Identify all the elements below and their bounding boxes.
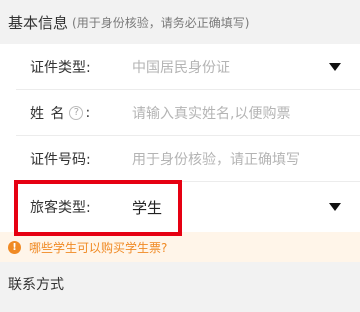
id-number-label: 证件号码: xyxy=(30,149,132,169)
id-type-row[interactable]: 证件类型: 中国居民身份证 xyxy=(0,44,360,90)
name-row[interactable]: 姓 名 ? : 请输入真实姓名,以便购票 xyxy=(0,90,360,136)
id-number-label-text: 证件号码: xyxy=(30,152,91,168)
basic-info-header: 基本信息 (用于身份核验，请务必正确填写) xyxy=(0,0,360,44)
passenger-type-label: 旅客类型: xyxy=(30,197,132,217)
name-label-text: 姓 名 xyxy=(30,106,66,122)
basic-info-title: 基本信息 xyxy=(8,13,69,32)
triangle-down-icon[interactable] xyxy=(328,202,342,212)
id-number-row[interactable]: 证件号码: 用于身份核验，请正确填写 xyxy=(0,136,360,182)
contact-header: 联系方式 xyxy=(0,262,360,306)
name-label: 姓 名 ? : xyxy=(30,103,132,123)
passenger-type-value[interactable]: 学生 xyxy=(132,197,328,218)
student-ticket-notice[interactable]: ! 哪些学生可以购买学生票? xyxy=(0,232,360,262)
id-number-input[interactable]: 用于身份核验，请正确填写 xyxy=(132,149,342,169)
name-input[interactable]: 请输入真实姓名,以便购票 xyxy=(132,103,342,123)
exclamation-icon: ! xyxy=(8,240,21,254)
basic-info-hint: (用于身份核验，请务必正确填写) xyxy=(72,15,250,30)
triangle-down-icon[interactable] xyxy=(328,62,342,72)
id-type-value[interactable]: 中国居民身份证 xyxy=(132,57,328,77)
passenger-form: 证件类型: 中国居民身份证 姓 名 ? : 请输入真实姓名,以便购票 证件号码:… xyxy=(0,44,360,232)
name-label-colon: : xyxy=(85,105,91,121)
contact-title: 联系方式 xyxy=(8,277,64,293)
passenger-type-row[interactable]: 旅客类型: 学生 xyxy=(0,182,360,232)
help-icon[interactable]: ? xyxy=(69,106,84,120)
id-type-label-text: 证件类型: xyxy=(30,60,91,76)
id-type-label: 证件类型: xyxy=(30,57,132,77)
student-ticket-link[interactable]: 哪些学生可以购买学生票? xyxy=(29,239,167,256)
passenger-type-label-text: 旅客类型: xyxy=(30,200,91,216)
